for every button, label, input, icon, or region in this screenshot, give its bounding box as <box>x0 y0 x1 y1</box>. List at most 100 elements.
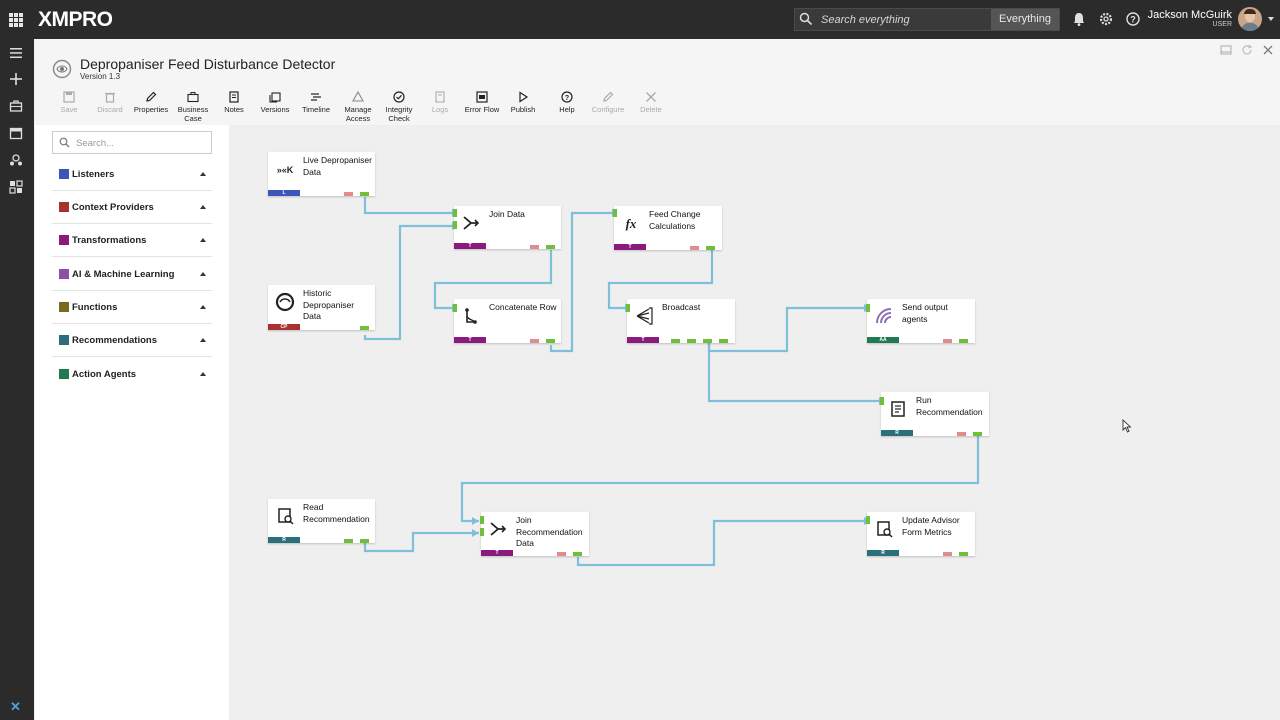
input-endpoint[interactable] <box>480 528 484 536</box>
node-join-data[interactable]: Join Data T <box>453 206 561 249</box>
integrity-check-button[interactable]: Integrity Check <box>383 91 415 123</box>
node-historic-depropaniser-data[interactable]: Historic Depropaniser Data CP <box>268 285 375 330</box>
briefcase-icon[interactable] <box>9 99 23 113</box>
save-button[interactable]: Save <box>57 91 81 114</box>
delete-button[interactable]: Delete <box>638 91 664 114</box>
xmpro-mark-icon[interactable]: ✕ <box>10 699 21 715</box>
user-role: USER <box>1212 21 1232 28</box>
help-icon[interactable]: ? <box>1125 11 1141 27</box>
calendar-icon[interactable] <box>9 126 23 140</box>
input-endpoint[interactable] <box>866 304 870 312</box>
input-endpoint[interactable] <box>453 221 457 229</box>
error-endpoint[interactable] <box>943 552 952 556</box>
error-endpoint[interactable] <box>530 339 539 343</box>
node-update-advisor-form-metrics[interactable]: Update Advisor Form Metrics R <box>866 512 975 556</box>
input-endpoint[interactable] <box>453 304 457 312</box>
error-endpoint[interactable] <box>943 339 952 343</box>
output-endpoint[interactable] <box>706 246 715 250</box>
output-endpoint[interactable] <box>344 539 353 543</box>
output-endpoint[interactable] <box>360 539 369 543</box>
publish-button[interactable]: Publish <box>509 91 537 114</box>
output-endpoint[interactable] <box>973 432 982 436</box>
recommendations-icon[interactable] <box>9 153 23 167</box>
manage-access-button[interactable]: Manage Access <box>340 91 376 123</box>
search-input[interactable]: Search everything <box>821 14 910 26</box>
chevron-up-icon[interactable] <box>200 172 206 176</box>
error-endpoint[interactable] <box>957 432 966 436</box>
input-endpoint[interactable] <box>880 397 884 405</box>
close-icon[interactable] <box>1262 44 1274 56</box>
node-concatenate-row[interactable]: Concatenate Row T <box>453 299 561 343</box>
output-endpoint[interactable] <box>719 339 728 343</box>
chevron-up-icon[interactable] <box>200 238 206 242</box>
minimize-icon[interactable] <box>1220 44 1232 56</box>
chevron-up-icon[interactable] <box>200 305 206 309</box>
apps-grid-icon[interactable] <box>9 13 23 27</box>
add-icon[interactable] <box>9 72 23 86</box>
node-broadcast[interactable]: Broadcast T <box>626 299 735 343</box>
input-endpoint[interactable] <box>613 209 617 217</box>
output-endpoint[interactable] <box>959 339 968 343</box>
node-join-recommendation-data[interactable]: Join Recommendation Data T <box>480 512 589 556</box>
toolbox-search-input[interactable]: Search... <box>76 138 114 149</box>
output-endpoint[interactable] <box>360 192 369 196</box>
category-recommendations[interactable]: Recommendations <box>52 324 212 357</box>
versions-button[interactable]: Versions <box>259 91 291 114</box>
category-ai-machine-learning[interactable]: AI & Machine Learning <box>52 258 212 291</box>
output-endpoint[interactable] <box>703 339 712 343</box>
input-endpoint[interactable] <box>626 304 630 312</box>
notes-button[interactable]: Notes <box>223 91 245 114</box>
properties-button[interactable]: Properties <box>133 91 169 114</box>
output-endpoint[interactable] <box>546 245 555 249</box>
chevron-up-icon[interactable] <box>200 338 206 342</box>
chevron-down-icon[interactable] <box>1268 17 1274 21</box>
output-endpoint[interactable] <box>360 326 369 330</box>
output-endpoint[interactable] <box>959 552 968 556</box>
output-endpoint[interactable] <box>546 339 555 343</box>
error-endpoint[interactable] <box>344 192 353 196</box>
help-button[interactable]: ? Help <box>557 91 577 114</box>
chevron-up-icon[interactable] <box>200 372 206 376</box>
node-live-depropaniser-data[interactable]: »«K Live Depropaniser Data L <box>268 152 375 196</box>
chevron-up-icon[interactable] <box>200 272 206 276</box>
user-name[interactable]: Jackson McGuirk <box>1140 9 1232 21</box>
category-transformations[interactable]: Transformations <box>52 224 212 257</box>
logs-button[interactable]: Logs <box>429 91 451 114</box>
node-read-recommendation[interactable]: Read Recommendation R <box>268 499 375 543</box>
category-listeners[interactable]: Listeners <box>52 158 212 191</box>
business-case-button[interactable]: Business Case <box>176 91 210 123</box>
timeline-button[interactable]: Timeline <box>301 91 331 114</box>
avatar[interactable] <box>1238 7 1262 31</box>
dashboard-icon[interactable] <box>9 180 23 194</box>
output-endpoint[interactable] <box>671 339 680 343</box>
refresh-icon[interactable] <box>1241 44 1253 56</box>
join-icon <box>463 216 480 230</box>
input-endpoint[interactable] <box>866 516 870 524</box>
error-endpoint[interactable] <box>690 246 699 250</box>
access-icon <box>352 91 364 102</box>
error-endpoint[interactable] <box>557 552 566 556</box>
svg-text:»«K: »«K <box>277 165 294 175</box>
chevron-up-icon[interactable] <box>200 205 206 209</box>
category-context-providers[interactable]: Context Providers <box>52 191 212 224</box>
output-endpoint[interactable] <box>573 552 582 556</box>
category-action-agents[interactable]: Action Agents <box>52 358 212 391</box>
node-send-output-agents[interactable]: Send output agents AA <box>866 299 975 343</box>
configure-button[interactable]: Configure <box>591 91 625 114</box>
input-endpoint[interactable] <box>453 209 457 217</box>
bell-icon[interactable] <box>1071 11 1087 27</box>
discard-button[interactable]: Discard <box>96 91 124 114</box>
node-run-recommendation[interactable]: Run Recommendation R <box>880 392 989 436</box>
brand-logo[interactable]: XMPRO <box>38 8 113 32</box>
toolbox-search[interactable]: Search... <box>52 131 212 154</box>
input-endpoint[interactable] <box>480 516 484 524</box>
search-scope-dropdown[interactable]: Everything <box>991 9 1059 30</box>
gear-icon[interactable] <box>1098 11 1114 27</box>
category-functions[interactable]: Functions <box>52 291 212 324</box>
node-feed-change-calculations[interactable]: fx Feed Change Calculations T <box>613 206 722 250</box>
global-search[interactable]: Search everything Everything <box>794 8 1060 31</box>
error-endpoint[interactable] <box>530 245 539 249</box>
error-flow-button[interactable]: Error Flow <box>464 91 500 114</box>
output-endpoint[interactable] <box>687 339 696 343</box>
menu-icon[interactable] <box>9 46 23 60</box>
